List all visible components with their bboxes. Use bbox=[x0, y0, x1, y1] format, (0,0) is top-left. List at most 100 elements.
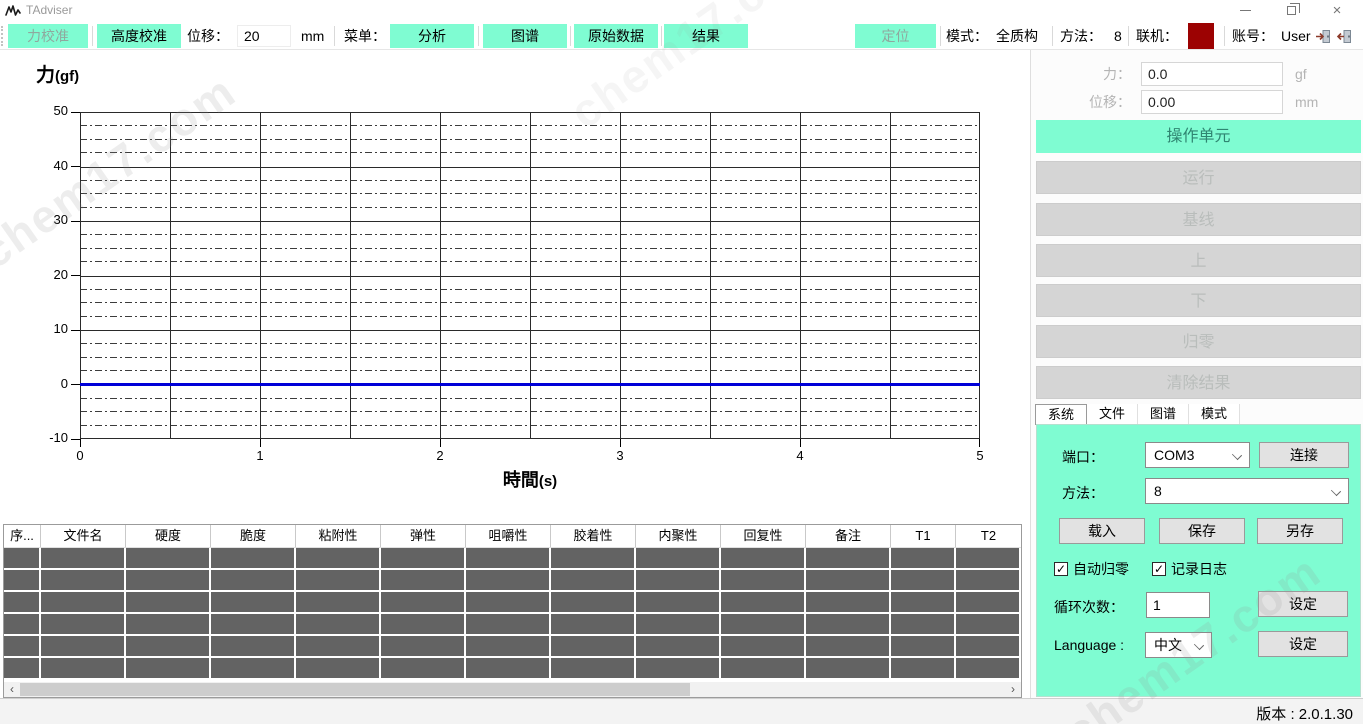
cycles-set-button[interactable]: 设定 bbox=[1258, 591, 1348, 617]
table-cell bbox=[381, 570, 466, 592]
account-label: 账号： bbox=[1232, 22, 1274, 50]
record-log-checkbox[interactable]: ✓ bbox=[1152, 562, 1166, 576]
cycles-input[interactable] bbox=[1146, 592, 1210, 618]
port-select[interactable]: COM3 bbox=[1145, 442, 1250, 468]
column-header[interactable]: 回复性 bbox=[721, 525, 806, 547]
y-tick-label: 30 bbox=[28, 212, 68, 227]
maximize-button[interactable] bbox=[1274, 0, 1308, 21]
positioning-button[interactable]: 定位 bbox=[855, 24, 936, 48]
scroll-right-icon[interactable]: › bbox=[1005, 682, 1021, 697]
displacement-readout-input[interactable] bbox=[1141, 90, 1283, 114]
table-cell bbox=[806, 592, 891, 614]
x-tick bbox=[260, 439, 261, 447]
save-button[interactable]: 保存 bbox=[1159, 518, 1245, 544]
table-cell bbox=[381, 548, 466, 570]
separator bbox=[334, 26, 335, 46]
mode-value: 全质构 bbox=[996, 22, 1038, 50]
y-axis-title: 力(gf) bbox=[36, 60, 79, 87]
table-row bbox=[4, 592, 1021, 614]
clear-results-button[interactable]: 清除结果 bbox=[1036, 366, 1361, 399]
table-cell bbox=[551, 658, 636, 680]
status-bar: 版本 : 2.0.1.30 bbox=[0, 698, 1363, 724]
height-calibration-button[interactable]: 高度校准 bbox=[97, 24, 181, 48]
force-readout-unit: gf bbox=[1295, 62, 1307, 86]
tab-graph[interactable]: 图谱 bbox=[1138, 404, 1189, 425]
language-select[interactable]: 中文 bbox=[1145, 632, 1212, 658]
table-row bbox=[4, 658, 1021, 680]
force-calibration-button[interactable]: 力校准 bbox=[8, 24, 88, 48]
column-header[interactable]: 内聚性 bbox=[636, 525, 721, 547]
tadviser-window: TAdviser × 力校准 高度校准 位移： mm 菜单： 分析 图谱 原始数… bbox=[0, 0, 1363, 724]
separator bbox=[1052, 26, 1053, 46]
auto-zero-checkbox-row: ✓ 自动归零 bbox=[1054, 559, 1129, 579]
scrollbar-thumb[interactable] bbox=[20, 683, 690, 696]
connect-button[interactable]: 连接 bbox=[1259, 442, 1349, 468]
close-button[interactable]: × bbox=[1320, 0, 1354, 21]
load-button[interactable]: 载入 bbox=[1059, 518, 1145, 544]
y-tick-label: 10 bbox=[28, 321, 68, 336]
scroll-left-icon[interactable]: ‹ bbox=[4, 682, 20, 697]
force-readout-input[interactable] bbox=[1141, 62, 1283, 86]
table-cell bbox=[891, 614, 956, 636]
login-icon[interactable] bbox=[1315, 28, 1332, 45]
method-value: 8 bbox=[1114, 22, 1122, 50]
version-label: 版本 : 2.0.1.30 bbox=[1256, 703, 1353, 724]
x-axis-title: 時間(s) bbox=[430, 466, 630, 492]
record-log-label: 记录日志 bbox=[1171, 559, 1227, 579]
save-as-button[interactable]: 另存 bbox=[1257, 518, 1343, 544]
column-header[interactable]: 粘附性 bbox=[296, 525, 381, 547]
major-gridline bbox=[80, 221, 980, 222]
table-cell bbox=[636, 570, 721, 592]
table-cell bbox=[381, 592, 466, 614]
tab-system[interactable]: 系统 bbox=[1035, 404, 1087, 425]
column-header[interactable]: 弹性 bbox=[381, 525, 466, 547]
tab-file[interactable]: 文件 bbox=[1087, 404, 1138, 425]
column-header[interactable]: 硬度 bbox=[126, 525, 211, 547]
column-header[interactable]: 文件名 bbox=[41, 525, 126, 547]
result-button[interactable]: 结果 bbox=[664, 24, 748, 48]
method-label: 方法： bbox=[1060, 22, 1102, 50]
log-checkbox-row: ✓ 记录日志 bbox=[1152, 559, 1227, 579]
table-cell bbox=[636, 592, 721, 614]
column-header[interactable]: 胶着性 bbox=[551, 525, 636, 547]
table-cell bbox=[466, 570, 551, 592]
results-table: 序...文件名硬度脆度粘附性弹性咀嚼性胶着性内聚性回复性备注T1T2 ‹ › bbox=[3, 524, 1022, 698]
table-cell bbox=[806, 636, 891, 658]
up-button[interactable]: 上 bbox=[1036, 244, 1361, 277]
column-header[interactable]: 备注 bbox=[806, 525, 891, 547]
x-tick bbox=[80, 439, 81, 447]
zero-button[interactable]: 归零 bbox=[1036, 325, 1361, 358]
analysis-button[interactable]: 分析 bbox=[390, 24, 474, 48]
method-select[interactable]: 8 bbox=[1145, 478, 1349, 504]
column-header[interactable]: T1 bbox=[891, 525, 956, 547]
y-tick bbox=[71, 166, 80, 167]
separator bbox=[940, 26, 941, 46]
tab-mode[interactable]: 模式 bbox=[1189, 404, 1240, 425]
auto-zero-checkbox[interactable]: ✓ bbox=[1054, 562, 1068, 576]
table-cell bbox=[4, 592, 41, 614]
column-header[interactable]: T2 bbox=[956, 525, 1021, 547]
displacement-input[interactable] bbox=[237, 25, 291, 47]
minimize-button[interactable] bbox=[1228, 0, 1262, 21]
table-cell bbox=[806, 614, 891, 636]
y-tick bbox=[71, 439, 80, 440]
table-cell bbox=[211, 592, 296, 614]
table-cell bbox=[41, 658, 126, 680]
raw-data-button[interactable]: 原始数据 bbox=[574, 24, 658, 48]
y-tick bbox=[71, 221, 80, 222]
run-button[interactable]: 运行 bbox=[1036, 161, 1361, 194]
graph-button[interactable]: 图谱 bbox=[483, 24, 567, 48]
horizontal-scrollbar[interactable]: ‹ › bbox=[4, 682, 1021, 697]
column-header[interactable]: 脆度 bbox=[211, 525, 296, 547]
column-header[interactable]: 序... bbox=[4, 525, 41, 547]
table-cell bbox=[891, 658, 956, 680]
operate-unit-button[interactable]: 操作单元 bbox=[1036, 120, 1361, 153]
down-button[interactable]: 下 bbox=[1036, 284, 1361, 317]
baseline-button[interactable]: 基线 bbox=[1036, 203, 1361, 236]
table-cell bbox=[296, 658, 381, 680]
logout-icon[interactable] bbox=[1336, 28, 1353, 45]
table-cell bbox=[891, 592, 956, 614]
column-header[interactable]: 咀嚼性 bbox=[466, 525, 551, 547]
table-row bbox=[4, 636, 1021, 658]
language-set-button[interactable]: 设定 bbox=[1258, 631, 1348, 657]
